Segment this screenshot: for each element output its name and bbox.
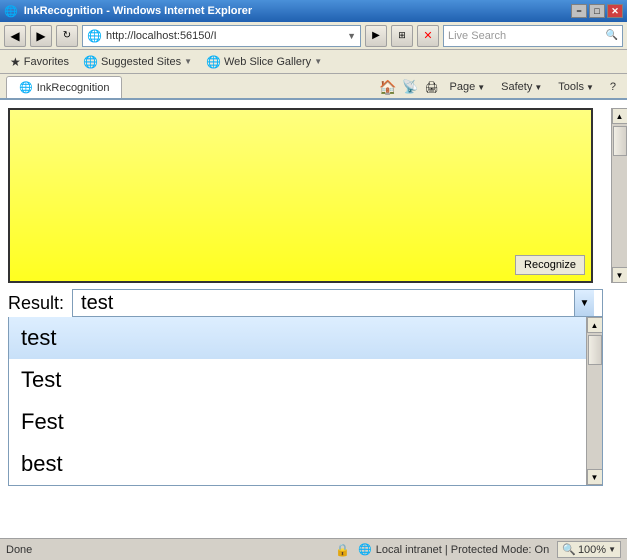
dropdown-list: test Test Fest best ▲ ▼ (8, 317, 603, 486)
favorites-button[interactable]: ★ Favorites (6, 53, 73, 71)
refresh-button[interactable]: ↻ (56, 25, 78, 47)
compatibility-button[interactable]: ⊞ (391, 25, 413, 47)
page-icon: 🌐 (87, 29, 102, 43)
safety-arrow: ▼ (534, 83, 542, 92)
result-label: Result: (8, 293, 64, 314)
result-selected-value: test (81, 292, 574, 315)
search-placeholder: Live Search (448, 30, 606, 42)
active-tab[interactable]: 🌐 InkRecognition (6, 76, 122, 98)
address-dropdown-arrow[interactable]: ▼ (347, 31, 356, 41)
status-bar: Done 🔒 🌐 Local intranet | Protected Mode… (0, 538, 627, 560)
zoom-arrow: ▼ (608, 545, 616, 554)
minimize-button[interactable]: − (571, 4, 587, 18)
zone-text: Local intranet | Protected Mode: On (376, 544, 549, 556)
web-slice-gallery-label: Web Slice Gallery (224, 56, 311, 68)
list-item[interactable]: test (9, 317, 602, 359)
recognize-button[interactable]: Recognize (515, 255, 585, 275)
search-button[interactable]: 🔍 (606, 30, 618, 41)
go-button[interactable]: ▶ (365, 25, 387, 47)
security-icon: 🔒 (335, 543, 350, 557)
suggested-sites-arrow: ▼ (184, 57, 192, 66)
tools-menu[interactable]: Tools ▼ (553, 78, 599, 96)
canvas-scrollbar: ▲ ▼ (611, 108, 627, 283)
star-icon: ★ (10, 55, 21, 69)
favorites-label: Favorites (24, 56, 69, 68)
browser-icon: 🌐 (4, 5, 18, 18)
dropdown-scroll-down[interactable]: ▼ (587, 469, 603, 485)
suggested-sites[interactable]: 🌐 Suggested Sites ▼ (79, 53, 196, 71)
rss-icon[interactable]: 📡 (402, 79, 418, 95)
status-text: Done (6, 544, 327, 556)
zoom-control[interactable]: 🔍 100% ▼ (557, 541, 621, 558)
page-menu[interactable]: Page ▼ (445, 78, 491, 96)
scroll-thumb[interactable] (613, 126, 627, 156)
dropdown-scroll-up[interactable]: ▲ (587, 317, 603, 333)
list-item[interactable]: Fest (9, 401, 602, 443)
list-item[interactable]: Test (9, 359, 602, 401)
suggested-sites-label: Suggested Sites (101, 56, 181, 68)
address-text: http://localhost:56150/I (106, 30, 347, 42)
window-title: InkRecognition - Windows Internet Explor… (24, 5, 252, 17)
help-button[interactable]: ? (605, 78, 621, 96)
zoom-level: 100% (578, 544, 606, 556)
scroll-up-button[interactable]: ▲ (612, 108, 627, 124)
print-icon[interactable]: 🖨 (425, 81, 439, 94)
ie-icon: 🌐 (83, 55, 98, 69)
scroll-down-button[interactable]: ▼ (612, 267, 627, 283)
web-slice-gallery-arrow: ▼ (314, 57, 322, 66)
zoom-icon: 🔍 (562, 543, 576, 556)
list-item[interactable]: best (9, 443, 602, 485)
tab-label: InkRecognition (37, 82, 110, 94)
forward-button[interactable]: ▶ (30, 25, 52, 47)
favorites-bar: ★ Favorites 🌐 Suggested Sites ▼ 🌐 Web Sl… (0, 50, 627, 74)
stop-button[interactable]: ✕ (417, 25, 439, 47)
tab-icon: 🌐 (19, 81, 33, 94)
address-bar: ◀ ▶ ↻ 🌐 http://localhost:56150/I ▼ ▶ ⊞ ✕… (0, 22, 627, 50)
home-icon[interactable]: 🏠 (379, 79, 396, 96)
back-button[interactable]: ◀ (4, 25, 26, 47)
ink-canvas[interactable]: Recognize (8, 108, 593, 283)
tools-arrow: ▼ (586, 83, 594, 92)
ie-icon2: 🌐 (206, 55, 221, 69)
result-select[interactable]: test ▼ (72, 289, 603, 317)
web-slice-gallery[interactable]: 🌐 Web Slice Gallery ▼ (202, 53, 326, 71)
status-zone: 🌐 Local intranet | Protected Mode: On (358, 543, 549, 556)
address-input-wrap[interactable]: 🌐 http://localhost:56150/I ▼ (82, 25, 361, 47)
safety-menu[interactable]: Safety ▼ (496, 78, 547, 96)
search-bar[interactable]: Live Search 🔍 (443, 25, 623, 47)
zone-icon: 🌐 (358, 543, 372, 556)
close-button[interactable]: ✕ (607, 4, 623, 18)
maximize-button[interactable]: □ (589, 4, 605, 18)
window-controls: − □ ✕ (571, 4, 623, 18)
dropdown-scrollbar: ▲ ▼ (586, 317, 602, 485)
page-arrow: ▼ (477, 83, 485, 92)
result-dropdown-arrow[interactable]: ▼ (574, 290, 594, 316)
result-select-wrap: test ▼ (72, 289, 603, 317)
dropdown-scroll-thumb[interactable] (588, 335, 602, 365)
status-right: 🔒 🌐 Local intranet | Protected Mode: On … (335, 541, 621, 558)
result-row: Result: test ▼ (0, 283, 627, 317)
title-bar: 🌐 InkRecognition - Windows Internet Expl… (0, 0, 627, 22)
